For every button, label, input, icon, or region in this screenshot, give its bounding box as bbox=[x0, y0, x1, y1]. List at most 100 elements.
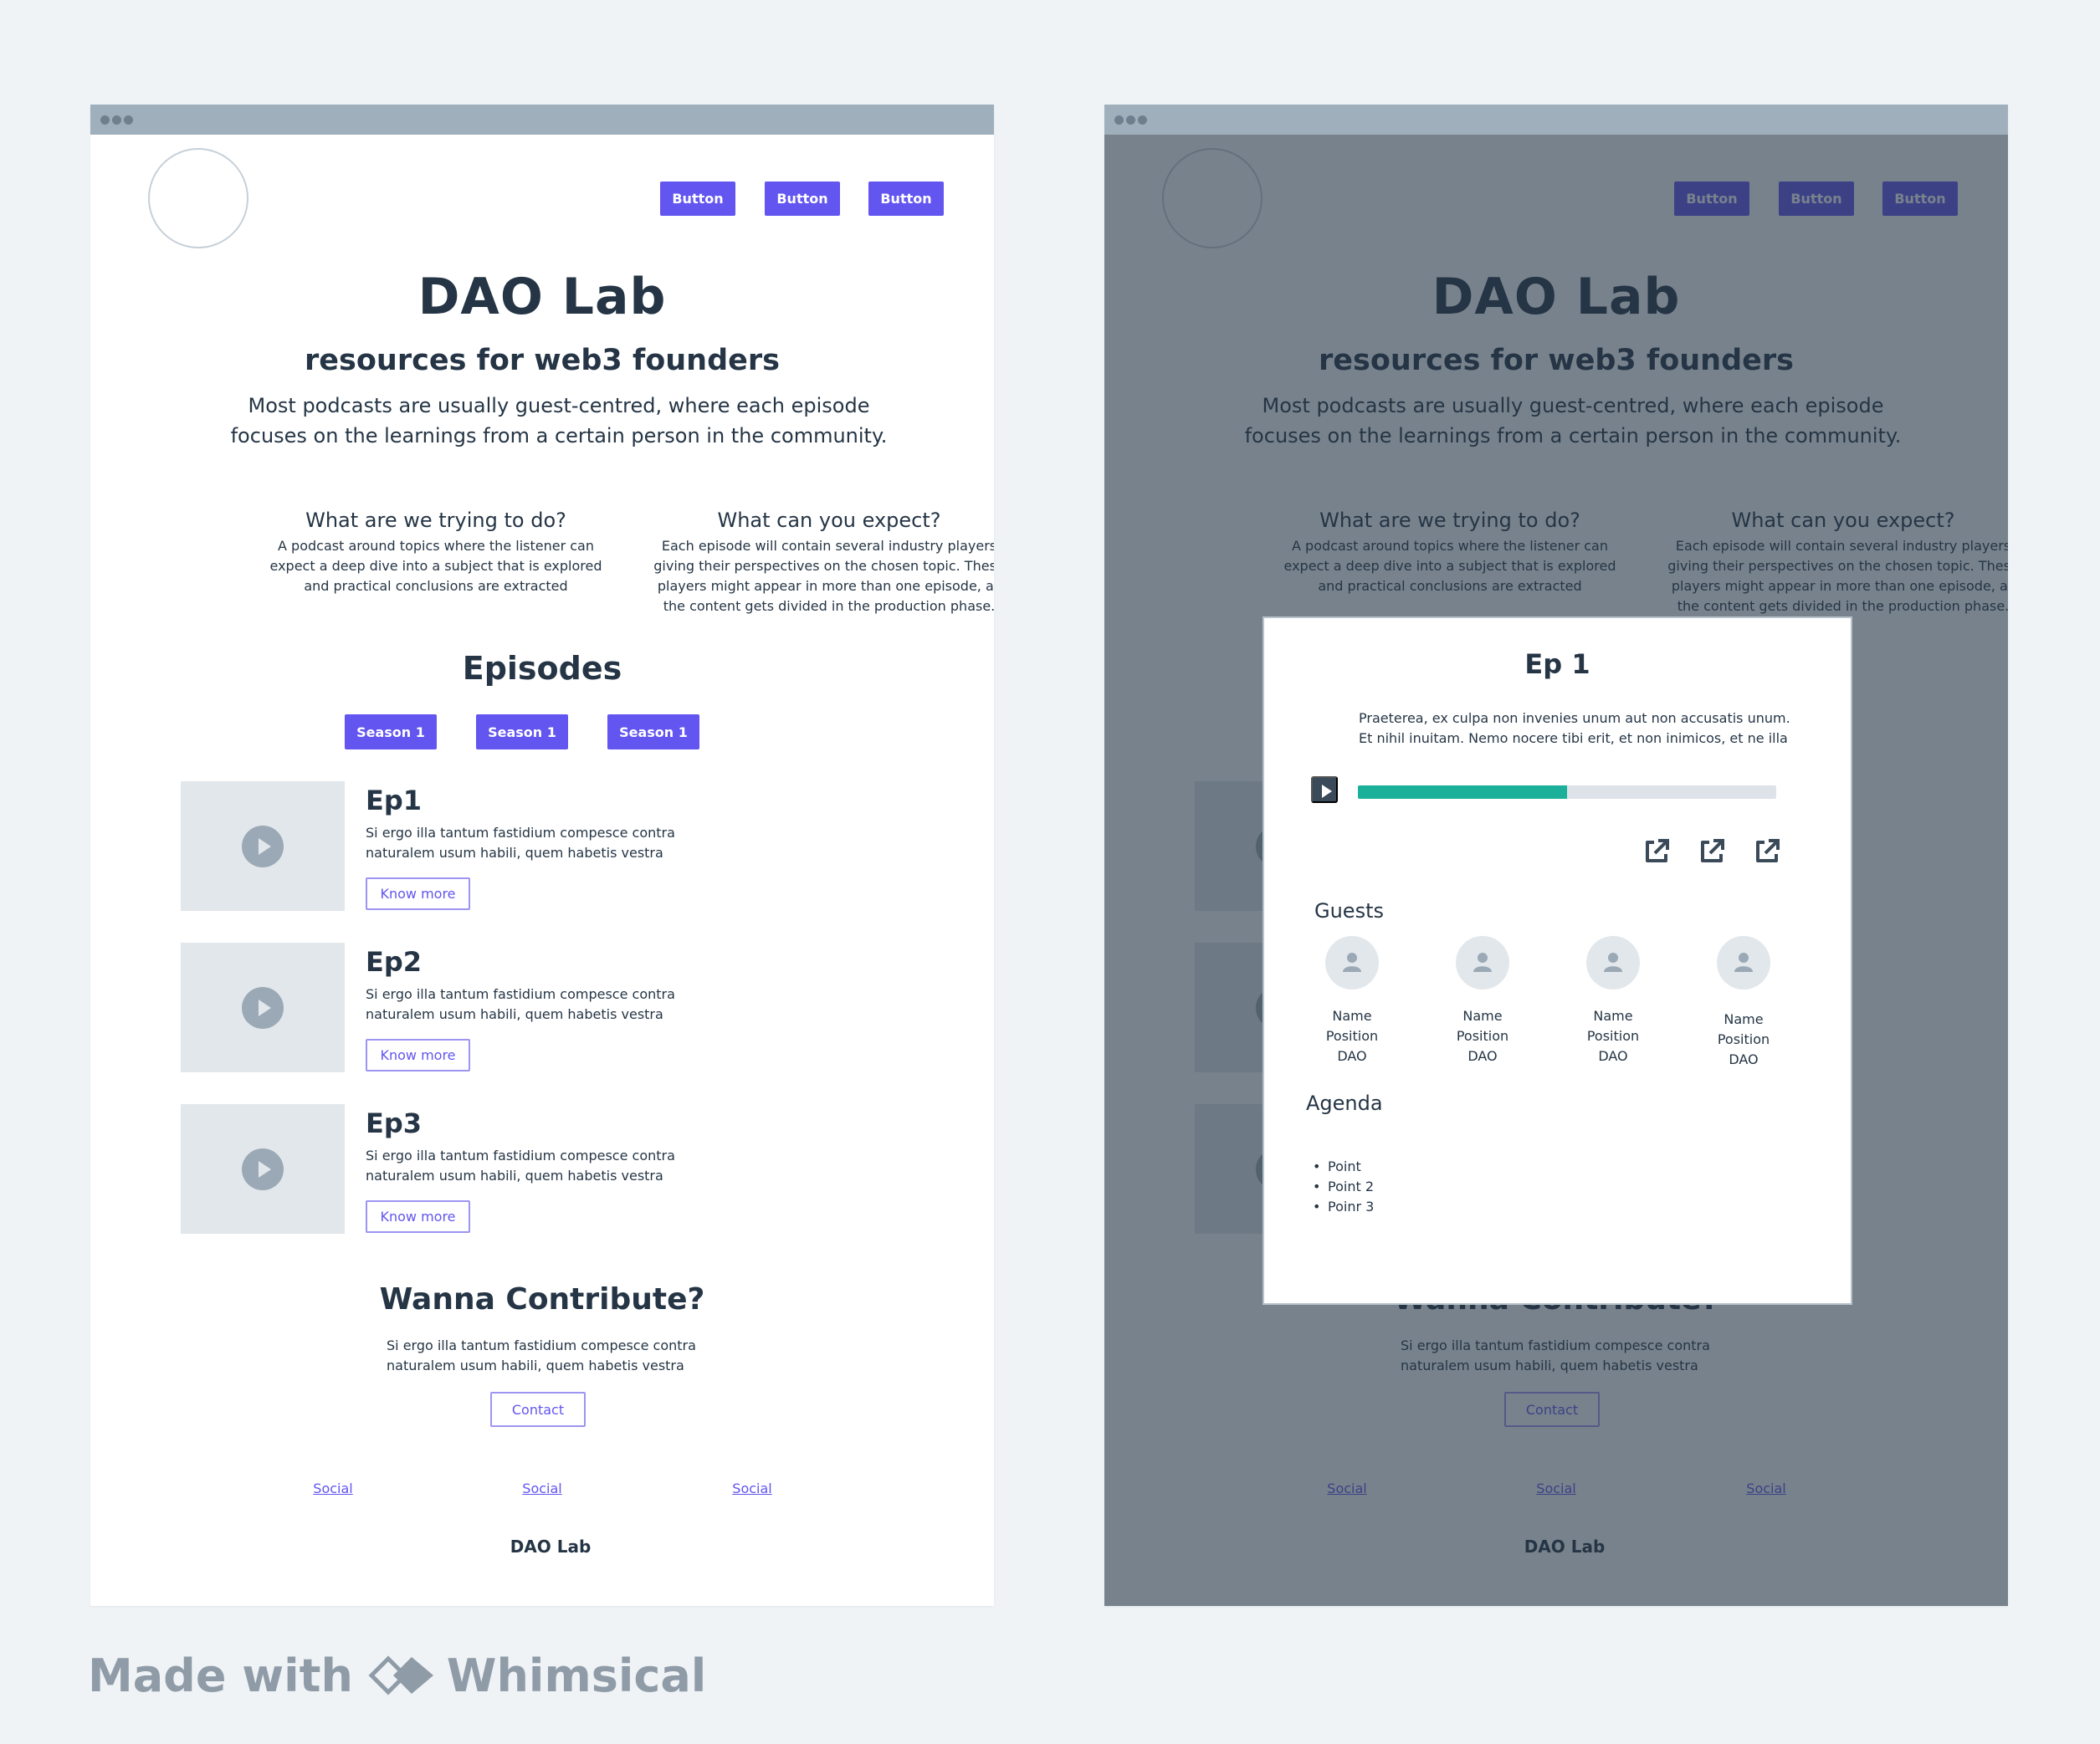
landing-page: Button Button Button DAO Lab resources f… bbox=[90, 105, 994, 1606]
modal-description-line: Et nihil inuitam. Nemo nocere tibi erit,… bbox=[1359, 730, 1788, 746]
hero-subtitle: resources for web3 founders bbox=[305, 344, 780, 377]
episode-description: Si ergo illa tantum fastidium compesce c… bbox=[366, 1146, 717, 1186]
info-text-goal: A podcast around topics where the listen… bbox=[260, 536, 612, 596]
guest-name: Name bbox=[1462, 1008, 1503, 1024]
episodes-heading: Episodes bbox=[462, 650, 622, 687]
guest-name: Name bbox=[1593, 1008, 1633, 1024]
season-button-1[interactable]: Season 1 bbox=[345, 714, 437, 749]
contribute-heading: Wanna Contribute? bbox=[379, 1282, 705, 1317]
episode-description-line: Si ergo illa tantum fastidium compesce c… bbox=[366, 986, 675, 1002]
episode-description-line: naturalem usum habili, quem habetis vest… bbox=[366, 845, 663, 861]
agenda-item: Poinr 3 bbox=[1311, 1197, 1374, 1217]
audio-progress-fill bbox=[1358, 785, 1567, 799]
user-icon bbox=[1604, 953, 1622, 972]
guest-org: DAO bbox=[1337, 1048, 1367, 1064]
guest-org: DAO bbox=[1467, 1048, 1498, 1064]
guest-org: DAO bbox=[1729, 1051, 1759, 1067]
agenda-item: Point bbox=[1311, 1157, 1374, 1177]
play-icon[interactable] bbox=[242, 826, 284, 867]
episode-description-line: Si ergo illa tantum fastidium compesce c… bbox=[366, 825, 675, 841]
watermark-prefix: Made with bbox=[88, 1649, 353, 1702]
user-icon bbox=[1343, 953, 1361, 972]
made-with-whimsical-watermark: Made with Whimsical bbox=[88, 1646, 706, 1705]
guest-position: Position bbox=[1717, 1031, 1770, 1047]
episode-thumbnail[interactable] bbox=[181, 781, 345, 911]
avatar bbox=[1456, 936, 1509, 990]
contribute-line: naturalem usum habili, quem habetis vest… bbox=[387, 1358, 684, 1373]
info-line: Each episode will contain several indust… bbox=[661, 538, 994, 554]
episode-title: Ep1 bbox=[366, 785, 423, 816]
external-link-icon[interactable] bbox=[1753, 837, 1781, 866]
guest-org: DAO bbox=[1598, 1048, 1628, 1064]
guest-card: Name Position DAO bbox=[1432, 936, 1533, 1066]
episode-title: Ep2 bbox=[366, 946, 423, 978]
episode-description: Si ergo illa tantum fastidium compesce c… bbox=[366, 985, 717, 1025]
play-icon[interactable] bbox=[242, 987, 284, 1029]
play-icon[interactable] bbox=[242, 1148, 284, 1190]
episode-description: Si ergo illa tantum fastidium compesce c… bbox=[366, 823, 717, 863]
info-line: the content gets divided in the producti… bbox=[663, 598, 994, 614]
know-more-button[interactable]: Know more bbox=[366, 1039, 470, 1071]
audio-play-icon[interactable] bbox=[1311, 776, 1338, 803]
avatar bbox=[1717, 936, 1770, 990]
episode-description-line: naturalem usum habili, quem habetis vest… bbox=[366, 1006, 663, 1022]
know-more-button[interactable]: Know more bbox=[366, 1200, 470, 1233]
info-line: and practical conclusions are extracted bbox=[304, 578, 568, 594]
info-line: giving their perspectives on the chosen … bbox=[653, 558, 994, 574]
external-link-icon[interactable] bbox=[1698, 837, 1726, 866]
episode-modal: Ep 1 Praeterea, ex culpa non invenies un… bbox=[1263, 616, 1852, 1305]
nav-button-2[interactable]: Button bbox=[765, 182, 840, 216]
agenda-item: Point 2 bbox=[1311, 1177, 1374, 1197]
avatar bbox=[1325, 936, 1379, 990]
contribute-line: Si ergo illa tantum fastidium compesce c… bbox=[387, 1337, 696, 1353]
hero-description-line: focuses on the learnings from a certain … bbox=[230, 424, 888, 448]
info-line: A podcast around topics where the listen… bbox=[278, 538, 594, 554]
contribute-description: Si ergo illa tantum fastidium compesce c… bbox=[387, 1336, 738, 1376]
info-text-expect: Each episode will contain several indust… bbox=[653, 536, 994, 616]
avatar bbox=[1586, 936, 1640, 990]
guest-card: Name Position DAO bbox=[1563, 936, 1663, 1066]
nav-button-3[interactable]: Button bbox=[868, 182, 944, 216]
hero-description: Most podcasts are usually guest-centred,… bbox=[107, 391, 994, 451]
guest-position: Position bbox=[1456, 1028, 1509, 1044]
social-link[interactable]: Social bbox=[283, 1481, 383, 1496]
episode-thumbnail[interactable] bbox=[181, 1104, 345, 1234]
episode-title: Ep3 bbox=[366, 1107, 423, 1139]
social-link[interactable]: Social bbox=[492, 1481, 592, 1496]
wireframe-right: Button Button Button DAO Lab resources f… bbox=[1104, 105, 2008, 1606]
info-line: expect a deep dive into a subject that i… bbox=[269, 558, 602, 574]
info-line: players might appear in more than one ep… bbox=[657, 578, 994, 594]
external-link-icon[interactable] bbox=[1642, 837, 1671, 866]
episode-description-line: naturalem usum habili, quem habetis vest… bbox=[366, 1168, 663, 1184]
modal-title: Ep 1 bbox=[1524, 648, 1590, 680]
agenda-list: Point Point 2 Poinr 3 bbox=[1311, 1157, 1374, 1217]
contact-button[interactable]: Contact bbox=[490, 1392, 586, 1427]
episode-thumbnail[interactable] bbox=[181, 943, 345, 1072]
guest-name: Name bbox=[1724, 1011, 1764, 1027]
agenda-heading: Agenda bbox=[1306, 1092, 1383, 1115]
know-more-button[interactable]: Know more bbox=[366, 877, 470, 910]
hero-title: DAO Lab bbox=[417, 268, 667, 326]
info-heading-goal: What are we trying to do? bbox=[305, 509, 566, 532]
social-link[interactable]: Social bbox=[702, 1481, 802, 1496]
guest-position: Position bbox=[1325, 1028, 1379, 1044]
season-button-3[interactable]: Season 1 bbox=[607, 714, 699, 749]
footer-brand: DAO Lab bbox=[510, 1537, 592, 1557]
wireframe-left: Button Button Button DAO Lab resources f… bbox=[90, 105, 994, 1606]
user-icon bbox=[1734, 953, 1753, 972]
user-icon bbox=[1473, 953, 1492, 972]
guest-card: Name Position DAO bbox=[1693, 936, 1794, 1070]
modal-description: Praeterea, ex culpa non invenies unum au… bbox=[1359, 708, 1794, 749]
info-heading-expect: What can you expect? bbox=[717, 509, 941, 532]
guest-name: Name bbox=[1332, 1008, 1372, 1024]
season-button-2[interactable]: Season 1 bbox=[476, 714, 568, 749]
nav-button-1[interactable]: Button bbox=[660, 182, 735, 216]
guest-card: Name Position DAO bbox=[1302, 936, 1402, 1066]
modal-description-line: Praeterea, ex culpa non invenies unum au… bbox=[1359, 710, 1790, 726]
watermark-brand: Whimsical bbox=[446, 1649, 707, 1702]
guests-heading: Guests bbox=[1314, 899, 1384, 923]
guest-position: Position bbox=[1586, 1028, 1640, 1044]
audio-progress-bar[interactable] bbox=[1358, 785, 1776, 799]
logo-placeholder bbox=[148, 148, 248, 248]
episode-description-line: Si ergo illa tantum fastidium compesce c… bbox=[366, 1148, 675, 1164]
